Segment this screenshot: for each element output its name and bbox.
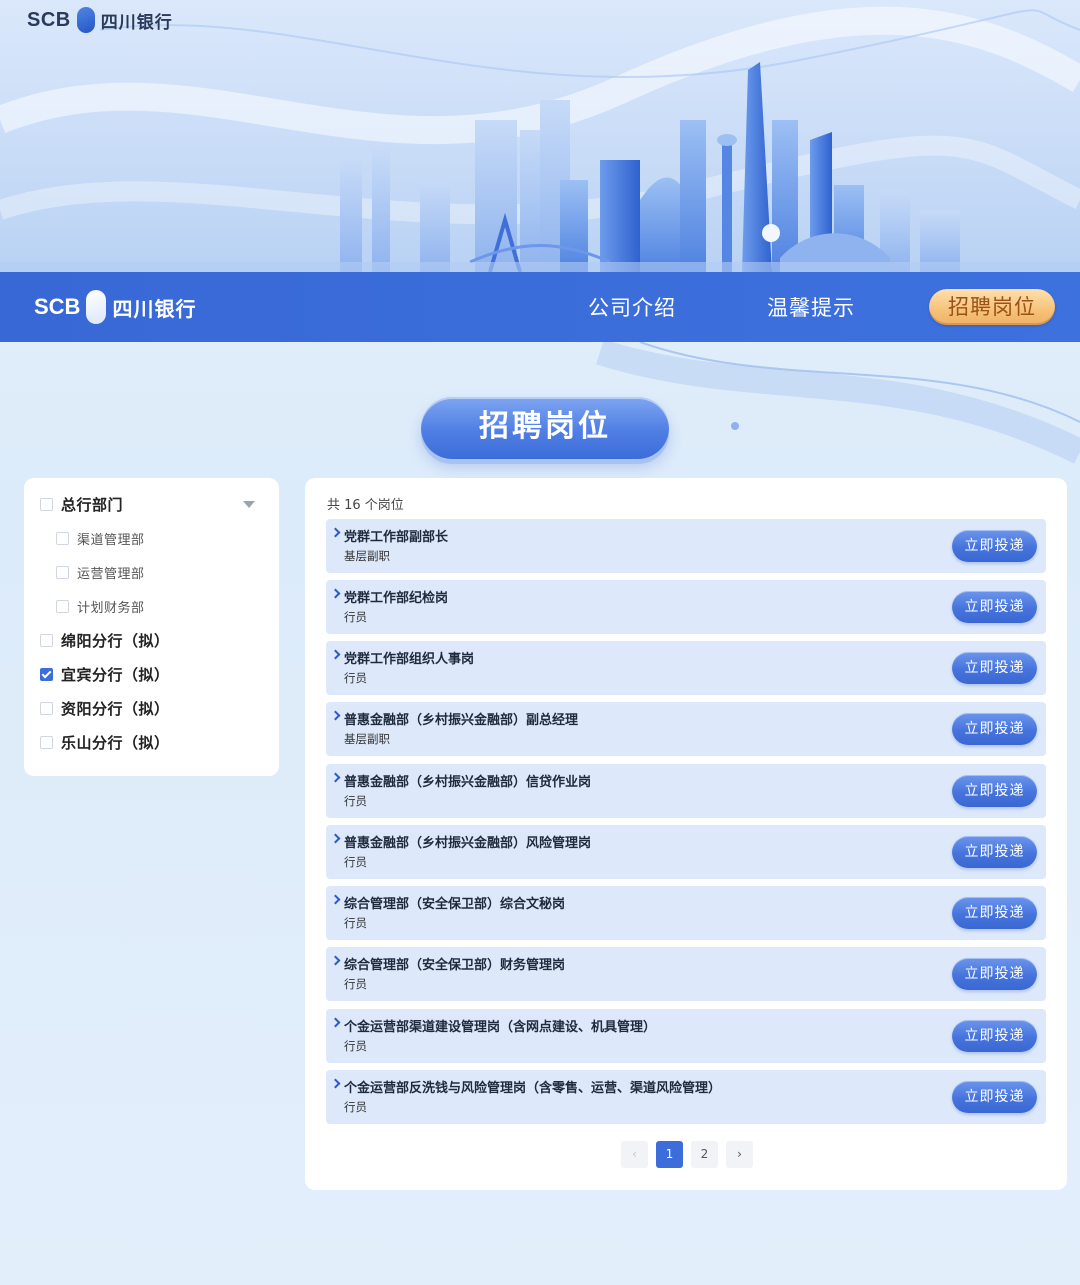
checkbox-icon[interactable]: [56, 566, 69, 579]
job-list-panel: 共 16 个岗位 党群工作部副部长 基层副职 立即投递 党群工作部纪检岗 行员 …: [305, 478, 1067, 1190]
job-title[interactable]: 党群工作部纪检岗: [344, 587, 448, 606]
nav-recruitment[interactable]: 招聘岗位: [929, 289, 1055, 325]
apply-button[interactable]: 立即投递: [952, 591, 1037, 623]
job-title[interactable]: 综合管理部（安全保卫部）综合文秘岗: [344, 893, 565, 912]
apply-button[interactable]: 立即投递: [952, 958, 1037, 990]
filter-leshan-branch[interactable]: 乐山分行（拟）: [40, 732, 170, 753]
job-title[interactable]: 普惠金融部（乡村振兴金融部）副总经理: [344, 709, 578, 728]
job-row[interactable]: 普惠金融部（乡村振兴金融部）风险管理岗 行员 立即投递: [326, 825, 1046, 879]
brand-chinese: 四川银行: [100, 12, 173, 32]
chevron-right-icon: [330, 772, 341, 783]
department-filter-panel: 总行部门 渠道管理部 运营管理部 计划财务部 绵阳分行（拟） 宜宾分行（拟） 资…: [24, 478, 279, 776]
job-row[interactable]: 个金运营部反洗钱与风险管理岗（含零售、运营、渠道风险管理） 行员 立即投递: [326, 1070, 1046, 1124]
brand-mark-icon: [76, 7, 95, 33]
filter-label: 计划财务部: [77, 601, 145, 616]
chevron-right-icon: [330, 710, 341, 721]
apply-button[interactable]: 立即投递: [952, 530, 1037, 562]
job-count: 共 16 个岗位: [327, 498, 404, 513]
job-level: 基层副职: [344, 732, 390, 746]
filter-ziyang-branch[interactable]: 资阳分行（拟）: [40, 698, 170, 719]
main-nav: SCB 四川银行 公司介绍 温馨提示 招聘岗位: [0, 272, 1080, 342]
chevron-right-icon: [330, 588, 341, 599]
brand-chinese: 四川银行: [112, 298, 197, 321]
job-title[interactable]: 个金运营部反洗钱与风险管理岗（含零售、运营、渠道风险管理）: [344, 1077, 721, 1096]
chevron-right-icon: [330, 649, 341, 660]
apply-button[interactable]: 立即投递: [952, 775, 1037, 807]
pagination-prev-button[interactable]: ‹: [621, 1141, 648, 1168]
filter-label: 运营管理部: [77, 567, 145, 582]
job-title[interactable]: 综合管理部（安全保卫部）财务管理岗: [344, 954, 565, 973]
chevron-down-icon[interactable]: [243, 501, 255, 508]
checkbox-icon[interactable]: [40, 634, 53, 647]
chevron-right-icon: [330, 894, 341, 905]
section-title: 招聘岗位: [421, 397, 669, 459]
job-level: 行员: [344, 671, 367, 685]
job-row[interactable]: 综合管理部（安全保卫部）综合文秘岗 行员 立即投递: [326, 886, 1046, 940]
filter-yibin-branch[interactable]: 宜宾分行（拟）: [40, 664, 170, 685]
brand-latin: SCB: [27, 8, 71, 31]
filter-label: 乐山分行（拟）: [61, 734, 170, 752]
checkbox-icon[interactable]: [40, 702, 53, 715]
filter-channel-mgmt[interactable]: 渠道管理部: [56, 529, 145, 548]
filter-label: 总行部门: [61, 496, 124, 514]
checkbox-icon[interactable]: [40, 736, 53, 749]
brand-mark-icon: [86, 290, 107, 324]
brand-logo-nav[interactable]: SCB 四川银行: [34, 290, 196, 324]
apply-button[interactable]: 立即投递: [952, 1081, 1037, 1113]
checkbox-icon[interactable]: [56, 600, 69, 613]
chevron-right-icon: [330, 527, 341, 538]
chevron-right-icon: [330, 1017, 341, 1028]
city-skyline-illustration: [0, 6, 1080, 272]
job-row[interactable]: 普惠金融部（乡村振兴金融部）副总经理 基层副职 立即投递: [326, 702, 1046, 756]
job-row[interactable]: 综合管理部（安全保卫部）财务管理岗 行员 立即投递: [326, 947, 1046, 1001]
job-level: 行员: [344, 1100, 367, 1114]
checkbox-icon[interactable]: [56, 532, 69, 545]
apply-button[interactable]: 立即投递: [952, 652, 1037, 684]
job-title[interactable]: 普惠金融部（乡村振兴金融部）信贷作业岗: [344, 771, 591, 790]
filter-label: 资阳分行（拟）: [61, 700, 170, 718]
job-level: 行员: [344, 794, 367, 808]
filter-label: 渠道管理部: [77, 533, 145, 548]
filter-head-office[interactable]: 总行部门: [40, 494, 123, 515]
apply-button[interactable]: 立即投递: [952, 713, 1037, 745]
brand-latin: SCB: [34, 294, 81, 319]
pagination-page-1[interactable]: 1: [656, 1141, 683, 1168]
filter-planning-finance[interactable]: 计划财务部: [56, 597, 145, 616]
job-level: 行员: [344, 977, 367, 991]
job-row[interactable]: 普惠金融部（乡村振兴金融部）信贷作业岗 行员 立即投递: [326, 764, 1046, 818]
brand-logo-top[interactable]: SCB 四川银行: [27, 7, 173, 33]
apply-button[interactable]: 立即投递: [952, 897, 1037, 929]
job-level: 行员: [344, 855, 367, 869]
job-row[interactable]: 党群工作部组织人事岗 行员 立即投递: [326, 641, 1046, 695]
job-level: 行员: [344, 916, 367, 930]
filter-label: 绵阳分行（拟）: [61, 632, 170, 650]
chevron-right-icon: [330, 833, 341, 844]
filter-operations-mgmt[interactable]: 运营管理部: [56, 563, 145, 582]
filter-mianyang-branch[interactable]: 绵阳分行（拟）: [40, 630, 170, 651]
job-row[interactable]: 党群工作部副部长 基层副职 立即投递: [326, 519, 1046, 573]
nav-warm-tips[interactable]: 温馨提示: [767, 292, 855, 322]
job-level: 基层副职: [344, 549, 390, 563]
chevron-right-icon: [330, 1078, 341, 1089]
apply-button[interactable]: 立即投递: [952, 1020, 1037, 1052]
job-row[interactable]: 个金运营部渠道建设管理岗（含网点建设、机具管理） 行员 立即投递: [326, 1009, 1046, 1063]
pagination-page-2[interactable]: 2: [691, 1141, 718, 1168]
filter-label: 宜宾分行（拟）: [61, 666, 170, 684]
hero-banner: SCB 四川银行: [0, 0, 1080, 272]
job-level: 行员: [344, 610, 367, 624]
job-title[interactable]: 普惠金融部（乡村振兴金融部）风险管理岗: [344, 832, 591, 851]
pagination: ‹ 1 2 ›: [621, 1141, 753, 1168]
apply-button[interactable]: 立即投递: [952, 836, 1037, 868]
job-title[interactable]: 个金运营部渠道建设管理岗（含网点建设、机具管理）: [344, 1016, 656, 1035]
pagination-next-button[interactable]: ›: [726, 1141, 753, 1168]
checkbox-icon[interactable]: [40, 498, 53, 511]
nav-company-intro[interactable]: 公司介绍: [588, 292, 676, 322]
job-level: 行员: [344, 1039, 367, 1053]
checkbox-checked-icon[interactable]: [40, 668, 53, 681]
job-title[interactable]: 党群工作部组织人事岗: [344, 648, 474, 667]
job-row[interactable]: 党群工作部纪检岗 行员 立即投递: [326, 580, 1046, 634]
job-title[interactable]: 党群工作部副部长: [344, 526, 448, 545]
chevron-right-icon: [330, 955, 341, 966]
